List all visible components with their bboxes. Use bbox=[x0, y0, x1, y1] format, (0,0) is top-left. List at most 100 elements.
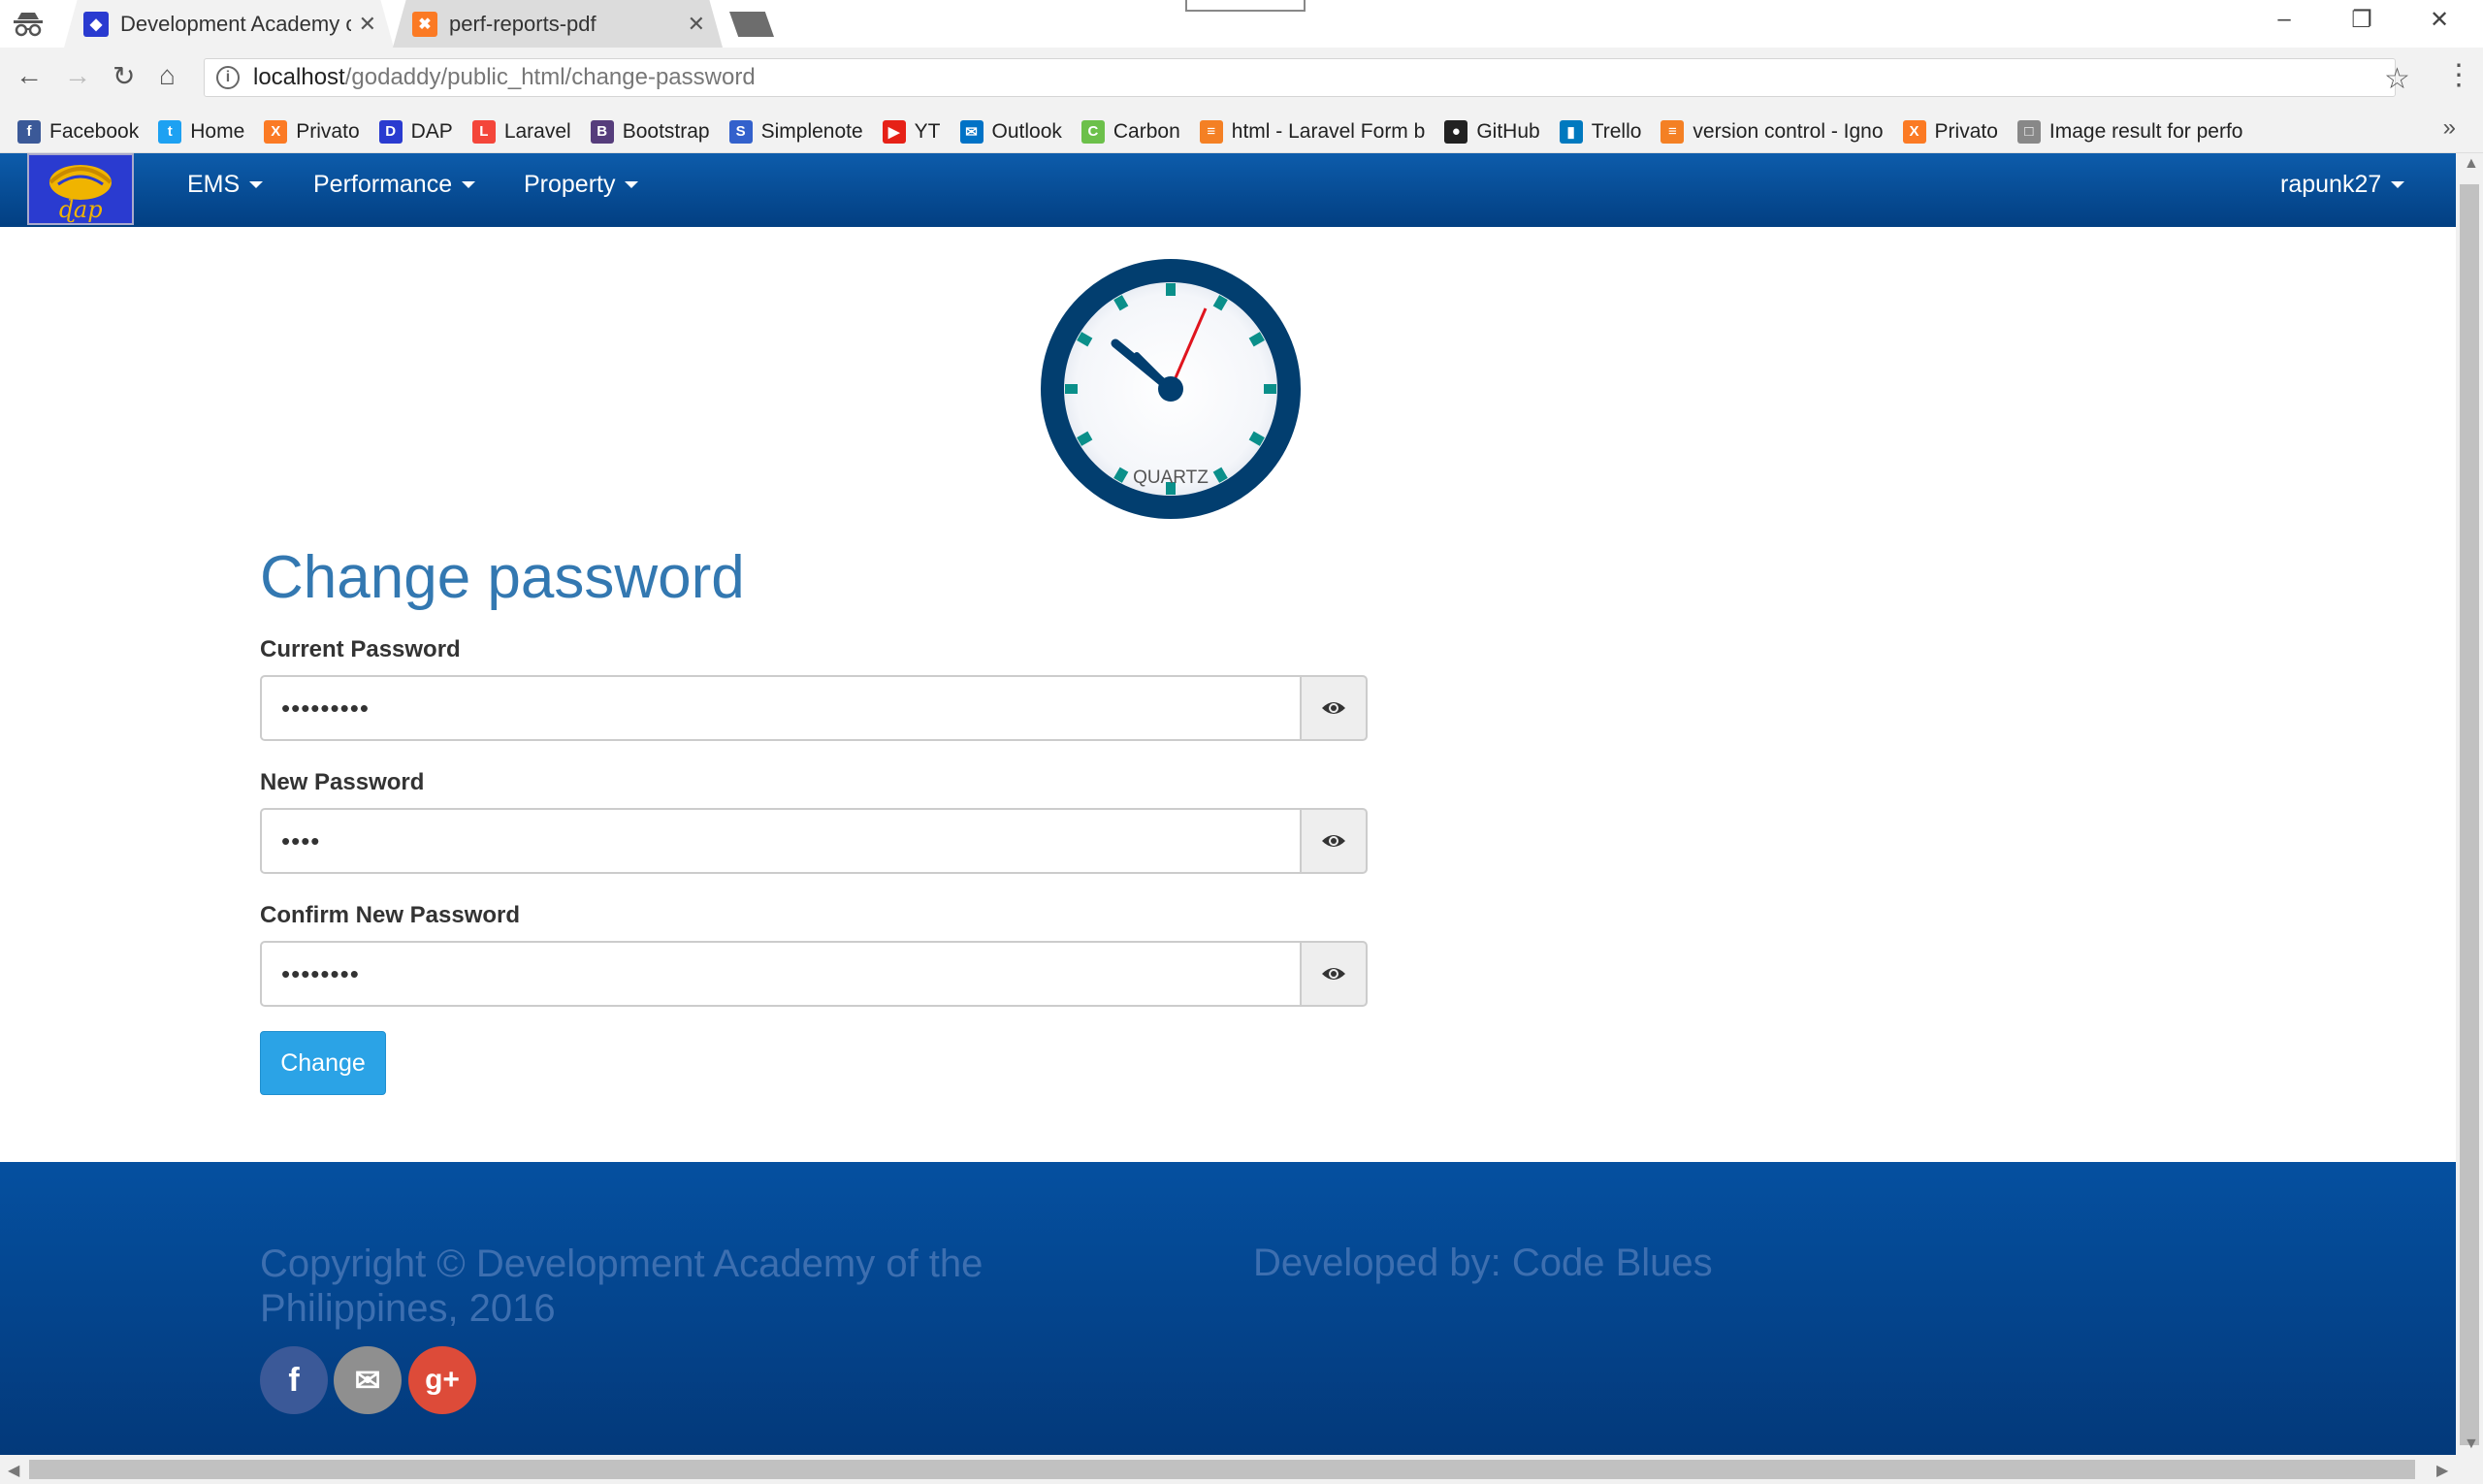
scroll-left-icon[interactable]: ◀ bbox=[8, 1461, 19, 1480]
reload-icon[interactable]: ↻ bbox=[113, 60, 135, 92]
tab-development-academy[interactable]: ◆ Development Academy o ✕ bbox=[64, 0, 394, 48]
bookmark-label: DAP bbox=[410, 119, 453, 143]
dap-logo-icon: ɖap bbox=[48, 165, 113, 223]
back-arrow-icon[interactable]: ← bbox=[16, 60, 43, 91]
bookmark-yt[interactable]: ▶ YT bbox=[882, 119, 941, 144]
tab-perf-reports-pdf[interactable]: ✖ perf-reports-pdf ✕ bbox=[393, 0, 723, 48]
drag-handle[interactable] bbox=[1185, 0, 1306, 12]
close-tab-icon[interactable]: ✕ bbox=[359, 12, 376, 37]
bookmark-label: Bootstrap bbox=[622, 119, 710, 143]
nav-property[interactable]: Property bbox=[524, 171, 639, 199]
home-icon[interactable]: ⌂ bbox=[159, 60, 176, 91]
bookmark-label: Outlook bbox=[991, 119, 1062, 143]
clock-tick bbox=[1065, 384, 1078, 394]
facebook-icon: f bbox=[17, 119, 41, 144]
stackoverflow-icon: ≡ bbox=[1661, 119, 1685, 144]
bookmark-bootstrap[interactable]: B Bootstrap bbox=[590, 119, 710, 144]
bookmark-label: Laravel bbox=[503, 119, 571, 143]
facebook-button[interactable]: f bbox=[260, 1346, 328, 1414]
nav-ems[interactable]: EMS bbox=[187, 171, 264, 199]
nav-performance[interactable]: Performance bbox=[313, 171, 476, 199]
toggle-new-password-button[interactable] bbox=[1300, 808, 1368, 874]
caret-down-icon bbox=[2391, 181, 2405, 188]
caret-down-icon bbox=[462, 181, 476, 188]
stackoverflow-icon: ≡ bbox=[1199, 119, 1223, 144]
carbon-icon: C bbox=[1080, 119, 1105, 144]
scroll-right-icon[interactable]: ▶ bbox=[2436, 1461, 2448, 1480]
info-icon[interactable]: i bbox=[216, 66, 240, 89]
bookmark-label: YT bbox=[914, 119, 941, 143]
address-bar[interactable]: i localhost/godaddy/public_html/change-p… bbox=[204, 58, 2396, 97]
caret-down-icon bbox=[249, 181, 264, 188]
confirm-password-input[interactable]: •••••••• bbox=[260, 941, 1300, 1007]
bookmark-label: Privato bbox=[1934, 119, 1998, 143]
bookmark-dap[interactable]: D DAP bbox=[378, 119, 453, 144]
scroll-down-icon[interactable]: ▼ bbox=[2464, 1436, 2479, 1453]
quartz-clock: QUARTZ bbox=[1041, 259, 1301, 519]
bookmark-html-laravel-form-b[interactable]: ≡ html - Laravel Form b bbox=[1199, 119, 1425, 144]
new-password-group: •••• bbox=[260, 808, 1368, 874]
close-window-icon[interactable]: ✕ bbox=[2415, 6, 2464, 34]
bookmark-version-control-igno[interactable]: ≡ version control - Igno bbox=[1661, 119, 1884, 144]
eye-icon bbox=[1322, 835, 1345, 847]
new-password-label: New Password bbox=[260, 769, 425, 795]
bookmark-github[interactable]: ● GitHub bbox=[1444, 119, 1540, 144]
footer: Copyright © Development Academy of the P… bbox=[0, 1162, 2456, 1455]
bookmark-outlook[interactable]: ✉ Outlook bbox=[959, 119, 1062, 144]
email-icon: ✉ bbox=[354, 1363, 381, 1398]
close-tab-icon[interactable]: ✕ bbox=[688, 12, 705, 37]
new-tab-button[interactable] bbox=[729, 12, 774, 37]
developer-credit: Developed by: Code Blues bbox=[1253, 1242, 1713, 1284]
more-bookmarks-icon[interactable]: » bbox=[2443, 114, 2456, 142]
bookmark-privato[interactable]: X Privato bbox=[264, 119, 360, 144]
bootstrap-icon: B bbox=[590, 119, 614, 144]
google-plus-button[interactable]: g+ bbox=[408, 1346, 476, 1414]
scroll-up-icon[interactable]: ▲ bbox=[2464, 155, 2479, 173]
toggle-current-password-button[interactable] bbox=[1300, 675, 1368, 741]
bookmark-laravel[interactable]: L Laravel bbox=[471, 119, 571, 144]
username: rapunk27 bbox=[2280, 171, 2382, 198]
bookmark-facebook[interactable]: f Facebook bbox=[17, 119, 140, 144]
minimize-icon[interactable]: – bbox=[2260, 6, 2308, 33]
nav-ems-label: EMS bbox=[187, 171, 241, 198]
bookmark-label: Privato bbox=[296, 119, 360, 143]
bookmark-home[interactable]: t Home bbox=[158, 119, 245, 144]
menu-icon[interactable]: ⋮ bbox=[2444, 58, 2473, 92]
url-host: localhost bbox=[253, 64, 345, 90]
outlook-icon: ✉ bbox=[959, 119, 984, 144]
bookmark-label: Home bbox=[190, 119, 245, 143]
email-button[interactable]: ✉ bbox=[334, 1346, 402, 1414]
eye-icon bbox=[1322, 702, 1345, 714]
bookmark-label: Facebook bbox=[49, 119, 140, 143]
current-password-input[interactable]: ••••••••• bbox=[260, 675, 1300, 741]
bookmark-star-icon[interactable]: ☆ bbox=[2384, 62, 2410, 96]
bookmark-image-result-for-perfo[interactable]: □ Image result for perfo bbox=[2016, 119, 2242, 144]
restore-icon[interactable]: ❐ bbox=[2338, 6, 2386, 34]
new-password-input[interactable]: •••• bbox=[260, 808, 1300, 874]
dap-favicon-icon: ◆ bbox=[83, 11, 109, 37]
nav-performance-label: Performance bbox=[313, 171, 453, 198]
laravel-icon: L bbox=[471, 119, 496, 144]
confirm-password-label: Confirm New Password bbox=[260, 902, 521, 928]
bookmark-trello[interactable]: ▮ Trello bbox=[1559, 119, 1641, 144]
vertical-scroll-thumb[interactable] bbox=[2460, 184, 2479, 1445]
user-menu[interactable]: rapunk27 bbox=[2280, 171, 2405, 199]
forward-arrow-icon[interactable]: → bbox=[64, 60, 91, 91]
change-button[interactable]: Change bbox=[260, 1031, 386, 1095]
clock-center bbox=[1158, 376, 1183, 402]
trello-icon: ▮ bbox=[1559, 119, 1583, 144]
svg-text:ɖap: ɖap bbox=[58, 196, 102, 223]
current-password-group: ••••••••• bbox=[260, 675, 1368, 741]
dap-logo[interactable]: ɖap bbox=[27, 153, 134, 225]
top-navbar: ɖap EMS Performance Property rapunk27 bbox=[0, 153, 2456, 227]
horizontal-scroll-thumb[interactable] bbox=[29, 1460, 2415, 1479]
page-icon: □ bbox=[2016, 119, 2041, 144]
bookmark-privato[interactable]: X Privato bbox=[1902, 119, 1998, 144]
toggle-confirm-password-button[interactable] bbox=[1300, 941, 1368, 1007]
bookmark-simplenote[interactable]: S Simplenote bbox=[728, 119, 863, 144]
tab-title: Development Academy o bbox=[120, 11, 351, 36]
bookmark-carbon[interactable]: C Carbon bbox=[1080, 119, 1180, 144]
caret-down-icon bbox=[625, 181, 639, 188]
tab-strip: ◆ Development Academy o ✕ ✖ perf-reports… bbox=[0, 0, 2483, 48]
facebook-icon: f bbox=[288, 1361, 300, 1399]
